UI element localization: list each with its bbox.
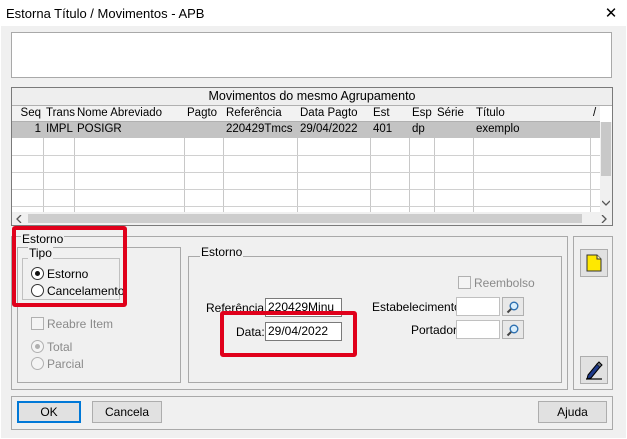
horizontal-scrollbar[interactable] [12,212,612,225]
radio-parcial[interactable] [31,357,44,370]
chevron-down-icon[interactable] [602,200,610,206]
col-header-more[interactable]: / [591,106,600,122]
note-icon [586,254,602,272]
estabelecimento-label: Estabelecimento: [372,300,465,314]
chevron-right-icon[interactable] [601,215,607,223]
cell-pagto [185,122,224,138]
reabre-item-checkbox[interactable] [31,317,44,330]
reabre-item-label: Reabre Item [47,317,114,331]
table-row[interactable]: 1 IMPL POSIGR 220429Tmcs 29/04/2022 401 … [12,122,600,138]
grid-caption: Movimentos do mesmo Agrupamento [12,88,612,106]
magnifier-icon [506,324,519,336]
edit-button[interactable] [580,356,608,384]
close-button[interactable]: ✕ [597,1,625,25]
cell-seq: 1 [34,123,41,135]
radio-dot [35,344,40,349]
col-header-est[interactable]: Est [371,106,410,122]
reembolso-label: Reembolso [474,276,535,290]
help-button[interactable]: Ajuda [538,401,607,423]
cell-trans: IMPL [46,123,73,135]
col-header-referencia[interactable]: Referência [224,106,298,122]
vertical-scrollbar[interactable] [600,122,612,213]
grid-row-line [12,155,600,156]
cell-data-pagto: 29/04/2022 [300,123,358,135]
magnifier-icon [506,301,519,313]
col-header-esp[interactable]: Esp [410,106,435,122]
cell-est: 401 [373,123,393,135]
window-title: Estorna Título / Movimentos - APB [6,6,205,21]
chevron-left-icon[interactable] [16,215,22,223]
ok-button[interactable]: OK [17,401,81,423]
cell-esp: dp [412,123,425,135]
radio-total[interactable] [31,340,44,353]
cell-nome: POSIGR [77,123,122,135]
cell-referencia: 220429Tmcs [226,123,293,135]
highlight-data [220,311,357,357]
grid-row-line [12,189,600,190]
col-header-trans[interactable]: Trans [44,106,75,122]
cell-titulo: exemplo [476,123,520,135]
col-header-titulo[interactable]: Título [474,106,591,122]
portador-input[interactable] [456,320,500,339]
radio-total-label: Total [47,340,73,354]
cell-serie [435,122,474,138]
close-icon: ✕ [604,5,618,22]
portador-lookup-button[interactable] [502,320,524,339]
radio-parcial-label: Parcial [47,357,84,371]
estabelecimento-input[interactable] [456,297,500,316]
grid-row-line [12,172,600,173]
edit-pen-icon [586,361,603,380]
col-header-serie[interactable]: Série [435,106,474,122]
message-memo[interactable] [11,32,612,78]
reembolso-checkbox[interactable] [458,276,471,289]
note-button[interactable] [580,249,608,277]
estorno-right-label: Estorno [200,245,244,259]
scroll-thumb[interactable] [28,214,582,223]
scroll-thumb[interactable] [601,122,611,176]
cancel-button[interactable]: Cancela [92,401,162,423]
movements-grid[interactable]: Movimentos do mesmo Agrupamento Seq Tran… [11,87,613,226]
portador-label: Portador: [411,323,461,337]
highlight-tipo [12,226,127,307]
estabelecimento-lookup-button[interactable] [502,297,524,316]
grid-header: Seq Trans Nome Abreviado Pagto Referênci… [12,106,600,122]
col-header-seq[interactable]: Seq [12,106,44,122]
col-header-nome[interactable]: Nome Abreviado [75,106,185,122]
col-header-pagto[interactable]: Pagto [185,106,224,122]
grid-row-line [12,206,600,207]
col-header-data-pagto[interactable]: Data Pagto [298,106,371,122]
